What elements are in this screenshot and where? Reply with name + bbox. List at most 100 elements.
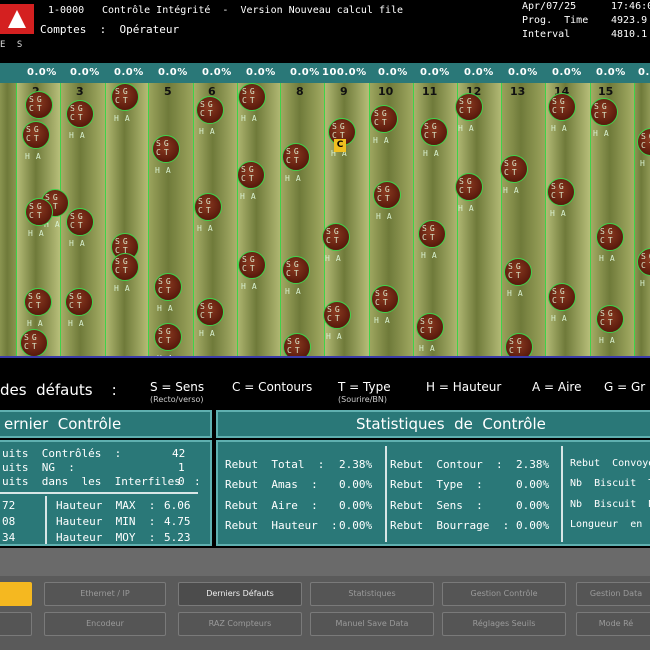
height-avg-label: Hauteur MOY : xyxy=(56,531,156,544)
biscuit-code-bottom: CT xyxy=(200,109,216,118)
biscuit-marks: HA xyxy=(197,224,219,233)
biscuit-code-bottom: CT xyxy=(69,301,85,310)
row2-button-3[interactable]: Manuel Save Data xyxy=(310,612,434,636)
lane-separator xyxy=(369,83,370,356)
lane-percent-12: 0.0% xyxy=(508,67,538,78)
biscuit-marks: HA xyxy=(114,284,136,293)
biscuit-marks: HA xyxy=(285,174,307,183)
biscuit: SGCT xyxy=(194,193,222,221)
biscuit-code-top: SG xyxy=(158,327,174,336)
height-min-label: Hauteur MIN : xyxy=(56,515,156,528)
row2-button-5[interactable]: Mode Ré xyxy=(576,612,650,636)
biscuit-marks: HA xyxy=(285,287,307,296)
biscuit-code-bottom: CT xyxy=(459,186,475,195)
row2-button-1[interactable]: Encodeur xyxy=(44,612,166,636)
biscuit-code-bottom: CT xyxy=(422,233,438,242)
lane-percent-9: 0.0% xyxy=(378,67,408,78)
rebut-hauteur-value: 0.00% xyxy=(339,519,373,532)
lane-separator xyxy=(16,83,17,356)
lane-percent-1: 0.0% xyxy=(27,67,57,78)
row1-button-2[interactable]: Derniers Défauts xyxy=(178,582,302,606)
stats-header: Statistiques de Contrôle xyxy=(216,410,650,438)
row1-button-3[interactable]: Statistiques xyxy=(310,582,434,606)
biscuit: SGCT xyxy=(196,96,224,124)
biscuit-code-top: SG xyxy=(375,289,391,298)
legend-sens-sub: (Recto/verso) xyxy=(150,395,204,404)
biscuit: SGCT xyxy=(154,273,182,301)
biscuit: SGCT xyxy=(505,333,533,356)
row1-button-0[interactable] xyxy=(0,582,32,606)
row1-button-1[interactable]: Ethernet / IP xyxy=(44,582,166,606)
biscuit: SGCT xyxy=(237,161,265,189)
lane-separator xyxy=(148,83,149,356)
row1-button-4[interactable]: Gestion Contrôle xyxy=(442,582,566,606)
biscuit-code-bottom: CT xyxy=(26,134,42,143)
biscuit-marks: HA xyxy=(458,124,480,133)
lane-percent-14: 0.0% xyxy=(596,67,626,78)
biscuit-code-top: SG xyxy=(641,132,650,141)
biscuit-code-bottom: CT xyxy=(641,261,650,270)
row1-button-5[interactable]: Gestion Data xyxy=(576,582,650,606)
app-title: Contrôle Intégrité - Version Nouveau cal… xyxy=(102,5,404,16)
contour-defect-flag: C xyxy=(334,139,346,152)
biscuit: SGCT xyxy=(596,223,624,251)
lane-separator xyxy=(501,83,502,356)
biscuit: SGCT xyxy=(111,253,139,281)
conveyor-lane xyxy=(0,83,16,356)
row2-button-4[interactable]: Réglages Seuils xyxy=(442,612,566,636)
biscuit: SGCT xyxy=(548,283,576,311)
lane-percent-8: 100.0% xyxy=(322,67,367,78)
biscuit: SGCT xyxy=(25,91,53,119)
interfile-label: uits dans les Interfiles : xyxy=(2,475,201,488)
biscuit-code-top: SG xyxy=(70,212,86,221)
biscuit-code-top: SG xyxy=(509,337,525,346)
date-label: Apr/07/25 xyxy=(522,1,577,12)
biscuit-code-bottom: CT xyxy=(115,266,131,275)
biscuit-code-top: SG xyxy=(241,165,257,174)
biscuit-code-bottom: CT xyxy=(509,346,525,355)
biscuit: SGCT xyxy=(504,258,532,286)
legend-contours: C = Contours xyxy=(232,380,313,394)
lane-separator xyxy=(545,83,546,356)
lane-separator xyxy=(280,83,281,356)
biscuit-code-top: SG xyxy=(158,277,174,286)
biscuit-code-top: SG xyxy=(115,257,131,266)
height-left-2: 08 xyxy=(2,515,16,528)
biscuit-code-top: SG xyxy=(29,202,45,211)
biscuit-code-bottom: CT xyxy=(551,191,567,200)
biscuit-code-top: SG xyxy=(286,260,302,269)
biscuit: SGCT xyxy=(547,178,575,206)
biscuit-marks: HA xyxy=(325,254,347,263)
biscuit-code-top: SG xyxy=(287,337,303,346)
rebut-bourrage-value: 0.00% xyxy=(516,519,550,532)
biscuit-marks: HA xyxy=(326,332,348,341)
row2-button-2[interactable]: RAZ Compteurs xyxy=(178,612,302,636)
biscuit-code-top: SG xyxy=(459,97,475,106)
rebut-hauteur-label: Rebut Hauteur : xyxy=(225,519,338,532)
biscuit-marks: HA xyxy=(25,152,47,161)
rebut-amas-value: 0.00% xyxy=(339,478,373,491)
biscuit-code-bottom: CT xyxy=(377,194,393,203)
rebut-contour-label: Rebut Contour : xyxy=(390,458,503,471)
biscuit-marks: HA xyxy=(28,229,50,238)
lane-separator xyxy=(237,83,238,356)
lane-percent-7: 0.0% xyxy=(290,67,320,78)
row2-button-0[interactable] xyxy=(0,612,32,636)
biscuit-code-top: SG xyxy=(551,182,567,191)
biscuit-marks: HA xyxy=(640,279,650,288)
height-divider xyxy=(45,496,47,544)
biscuit: SGCT xyxy=(152,135,180,163)
rebut-bourrage-label: Rebut Bourrage : xyxy=(390,519,510,532)
biscuit-marks: HA xyxy=(199,127,221,136)
rebut-sens-label: Rebut Sens : xyxy=(390,499,483,512)
biscuit-marks: HA xyxy=(503,186,525,195)
biscuit: SGCT xyxy=(282,256,310,284)
biscuit-code-bottom: CT xyxy=(242,96,258,105)
biscuit: SGCT xyxy=(416,313,444,341)
lane-separator xyxy=(413,83,414,356)
stats-title: Statistiques de Contrôle xyxy=(356,415,546,433)
biscuit-code-bottom: CT xyxy=(286,269,302,278)
biscuit-code-top: SG xyxy=(69,292,85,301)
company-logo xyxy=(0,4,34,34)
rebut-amas-label: Rebut Amas : xyxy=(225,478,318,491)
